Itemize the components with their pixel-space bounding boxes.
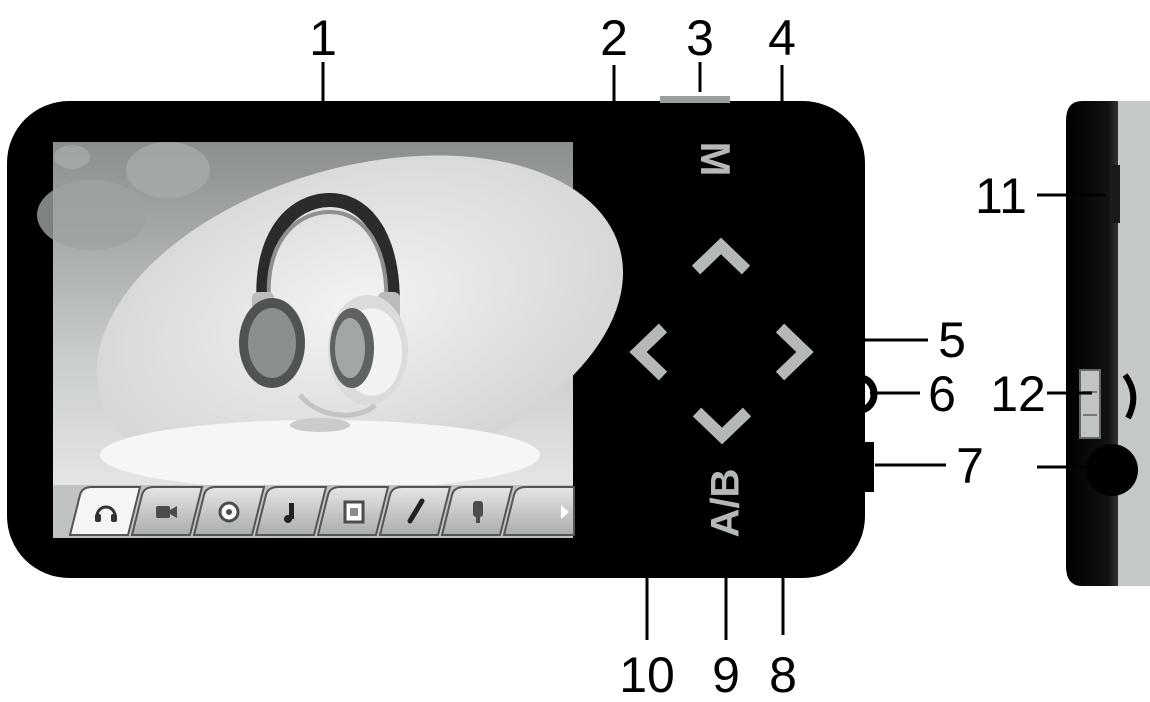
callout-9: 9 xyxy=(712,647,740,702)
document-icon xyxy=(343,500,365,524)
decor-bubble xyxy=(37,180,147,250)
menu-tab[interactable] xyxy=(68,486,142,536)
device-diagram: M A/B 1 2 3 4 5 6 7 8 9 10 11 12 xyxy=(7,10,1150,702)
device-side-view xyxy=(1066,101,1150,586)
callout-6: 6 xyxy=(928,366,956,422)
headphone-jack[interactable] xyxy=(1086,444,1138,496)
side-button-7[interactable] xyxy=(858,442,874,492)
menu-tab[interactable] xyxy=(192,486,266,536)
callout-5: 5 xyxy=(938,312,966,368)
callout-4: 4 xyxy=(768,10,796,66)
photo-icon xyxy=(218,501,240,523)
menu-tab[interactable] xyxy=(440,486,514,536)
callout-1: 1 xyxy=(309,10,337,66)
menu-tab[interactable] xyxy=(316,486,390,536)
menu-button[interactable]: M xyxy=(692,142,739,177)
menu-tab[interactable] xyxy=(502,486,575,536)
menu-tab[interactable] xyxy=(378,486,452,536)
callout-7: 7 xyxy=(956,438,984,494)
menu-tab[interactable] xyxy=(130,486,204,536)
device-front: M A/B xyxy=(7,96,878,578)
decor-bubble xyxy=(126,142,210,198)
callout-2: 2 xyxy=(600,10,628,66)
decor-bubble xyxy=(54,145,90,169)
side-button-11[interactable] xyxy=(1112,165,1120,223)
callout-8: 8 xyxy=(769,647,797,702)
screen xyxy=(37,142,624,538)
top-button[interactable] xyxy=(660,96,730,103)
side-body xyxy=(1066,101,1118,586)
callout-11: 11 xyxy=(975,168,1027,224)
callout-12: 12 xyxy=(990,366,1046,422)
callout-3: 3 xyxy=(686,10,714,66)
side-slider-12[interactable] xyxy=(1079,369,1101,439)
menu-tab[interactable] xyxy=(254,486,328,536)
callout-10: 10 xyxy=(619,647,675,702)
ab-button[interactable]: A/B xyxy=(704,469,748,538)
screen-menu-bar xyxy=(53,485,575,538)
